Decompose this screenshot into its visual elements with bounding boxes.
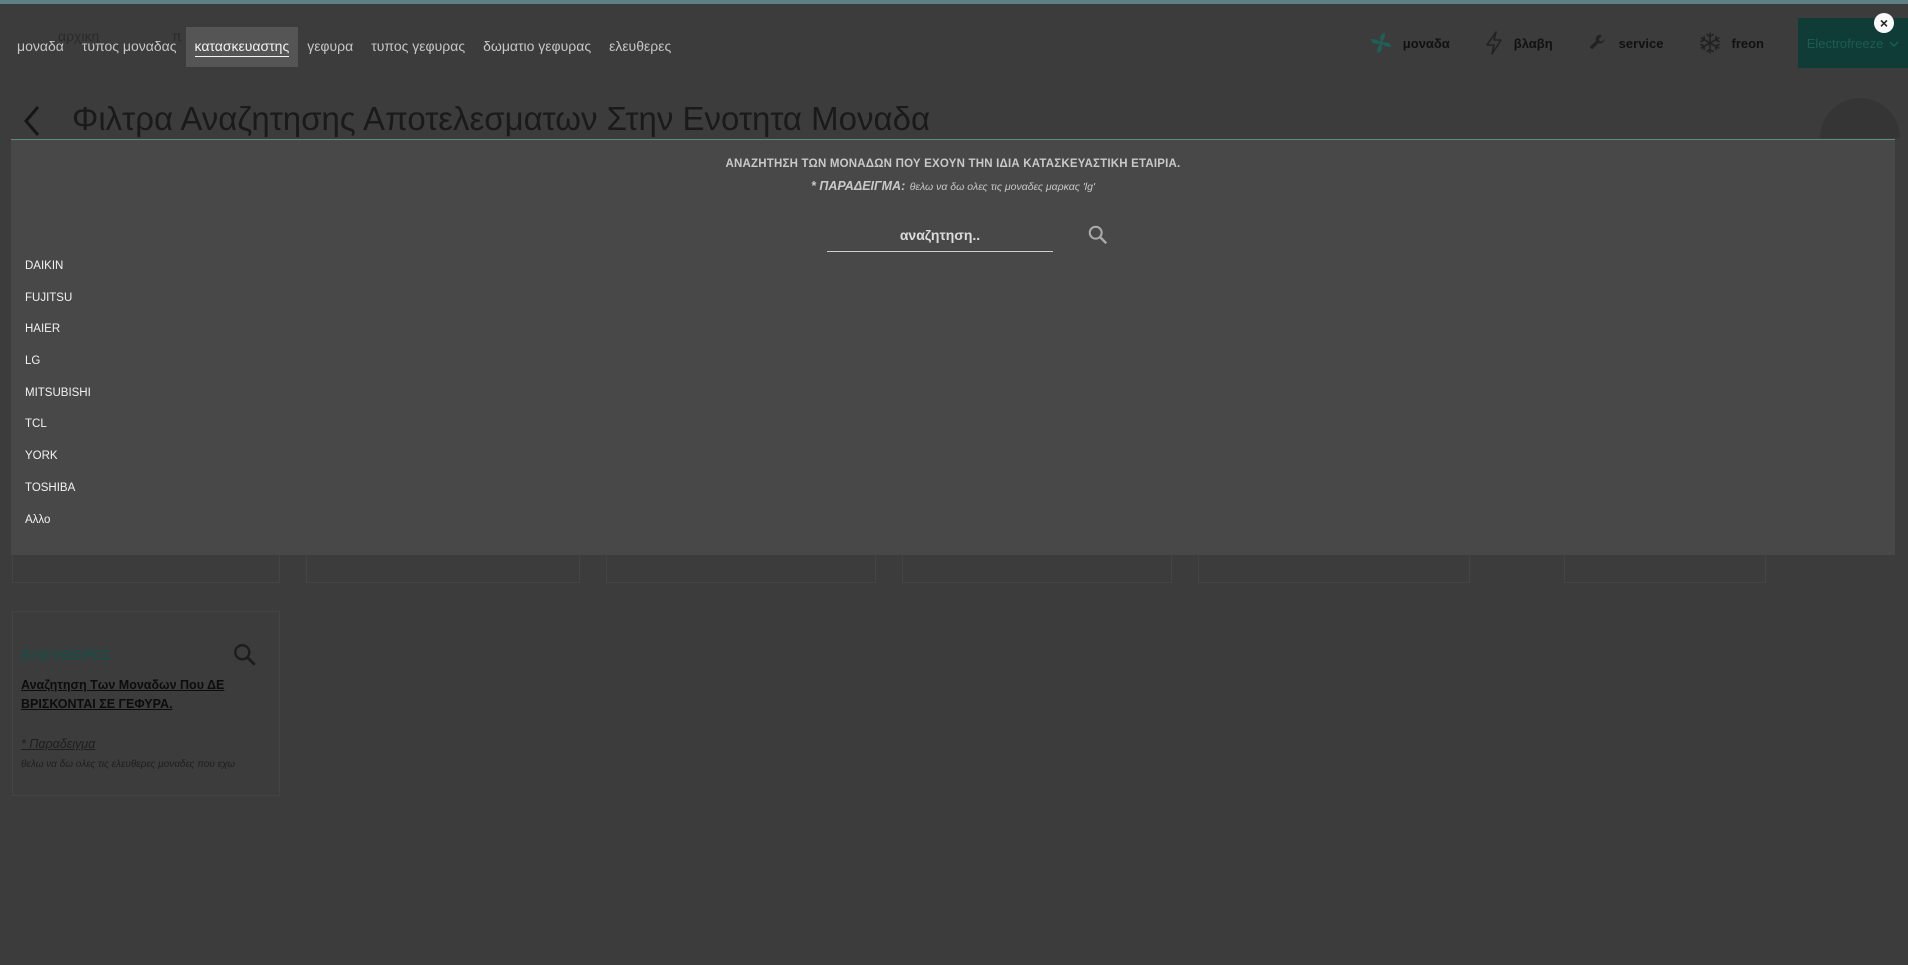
list-item[interactable]: MITSUBISHI bbox=[25, 378, 91, 410]
filter-card bbox=[306, 554, 580, 583]
filter-card bbox=[1564, 554, 1766, 583]
list-item[interactable]: FUJITSU bbox=[25, 283, 91, 315]
fan-icon bbox=[1369, 31, 1393, 55]
nav-fault-label: βλαβη bbox=[1513, 35, 1553, 51]
tab-unit[interactable]: μοναδα bbox=[8, 27, 73, 67]
manufacturer-list: DAIKIN FUJITSU HAIER LG MITSUBISHI TCL Y… bbox=[25, 251, 91, 536]
nav-fault[interactable]: βλαβη bbox=[1484, 31, 1553, 55]
list-item[interactable]: TCL bbox=[25, 409, 91, 441]
main-nav: μοναδα βλαβη service freon Electrofreeze bbox=[1369, 18, 1908, 68]
wrench-icon bbox=[1587, 32, 1609, 54]
top-accent-line bbox=[0, 0, 1908, 4]
tab-free[interactable]: ελευθερες bbox=[600, 27, 680, 67]
example-text: θελω να δω ολες τις μοναδες μαρκας 'lg' bbox=[909, 181, 1095, 193]
nav-service[interactable]: service bbox=[1587, 32, 1664, 54]
filter-card bbox=[902, 554, 1172, 583]
list-item[interactable]: TOSHIBA bbox=[25, 473, 91, 505]
brand-label: Electrofreeze bbox=[1806, 35, 1884, 51]
modal-heading: ΑΝΑΖΗΤΗΣΗ ΤΩΝ ΜΟΝΑΔΩΝ ΠΟΥ ΕΧΟΥΝ ΤΗΝ ΙΔΙΑ… bbox=[725, 158, 1181, 170]
list-item[interactable]: DAIKIN bbox=[25, 251, 91, 283]
tab-bridge-type[interactable]: τυπος γεφυρας bbox=[362, 27, 474, 67]
nav-unit[interactable]: μοναδα bbox=[1369, 31, 1450, 55]
list-item[interactable]: Αλλο bbox=[25, 505, 91, 537]
tab-manufacturer[interactable]: κατασκευαστης bbox=[185, 27, 299, 67]
search-input[interactable] bbox=[827, 218, 1053, 251]
free-card-link[interactable]: Αναζητηση Των Μοναδων Που ΔΕ ΒΡΙΣΚΟΝΤΑΙ … bbox=[21, 676, 261, 714]
example-label: * ΠΑΡΑΔΕΙΓΜΑ: bbox=[811, 179, 906, 193]
free-card-example-label: * Παραδειγμα bbox=[21, 737, 96, 751]
filter-card bbox=[606, 554, 876, 583]
nav-unit-label: μοναδα bbox=[1402, 35, 1450, 51]
tab-unit-type[interactable]: τυπος μοναδας bbox=[73, 27, 186, 67]
filter-card bbox=[1198, 554, 1470, 583]
free-units-card: ΕΛΕΥΘΕΡΕΣ Αναζητηση Των Μοναδων Που ΔΕ Β… bbox=[12, 611, 280, 796]
snowflake-icon bbox=[1698, 31, 1722, 55]
chevron-down-icon bbox=[1889, 36, 1899, 51]
list-item[interactable]: YORK bbox=[25, 441, 91, 473]
bolt-icon bbox=[1484, 31, 1504, 55]
search-field bbox=[827, 218, 1053, 252]
nav-service-label: service bbox=[1618, 35, 1664, 51]
close-modal-button[interactable]: × bbox=[1874, 13, 1894, 33]
filter-tabs: μοναδα τυπος μοναδας κατασκευαστης γεφυρ… bbox=[8, 27, 680, 67]
page-title: Φιλτρα Αναζητησης Αποτελεσματων Στην Ενο… bbox=[72, 100, 931, 137]
filter-card bbox=[12, 554, 280, 583]
tab-bridge[interactable]: γεφυρα bbox=[298, 27, 362, 67]
modal-example: * ΠΑΡΑΔΕΙΓΜΑ: θελω να δω ολες τις μοναδε… bbox=[11, 177, 1895, 195]
manufacturer-filter-modal: ΑΝΑΖΗΤΗΣΗ ΤΩΝ ΜΟΝΑΔΩΝ ΠΟΥ ΕΧΟΥΝ ΤΗΝ ΙΔΙΑ… bbox=[11, 139, 1895, 555]
search-icon[interactable] bbox=[232, 642, 258, 673]
search-icon[interactable] bbox=[1087, 224, 1109, 251]
back-arrow-icon[interactable] bbox=[22, 104, 42, 143]
nav-freon[interactable]: freon bbox=[1698, 31, 1765, 55]
nav-freon-label: freon bbox=[1731, 35, 1765, 51]
tab-bridge-room[interactable]: δωματιο γεφυρας bbox=[474, 27, 600, 67]
free-card-example-text: θελω να δω ολες τις ελευθερες μοναδες πο… bbox=[21, 759, 236, 770]
list-item[interactable]: LG bbox=[25, 346, 91, 378]
list-item[interactable]: HAIER bbox=[25, 314, 91, 346]
decorative-shape bbox=[1820, 98, 1900, 138]
free-card-title: ΕΛΕΥΘΕΡΕΣ bbox=[21, 647, 112, 664]
